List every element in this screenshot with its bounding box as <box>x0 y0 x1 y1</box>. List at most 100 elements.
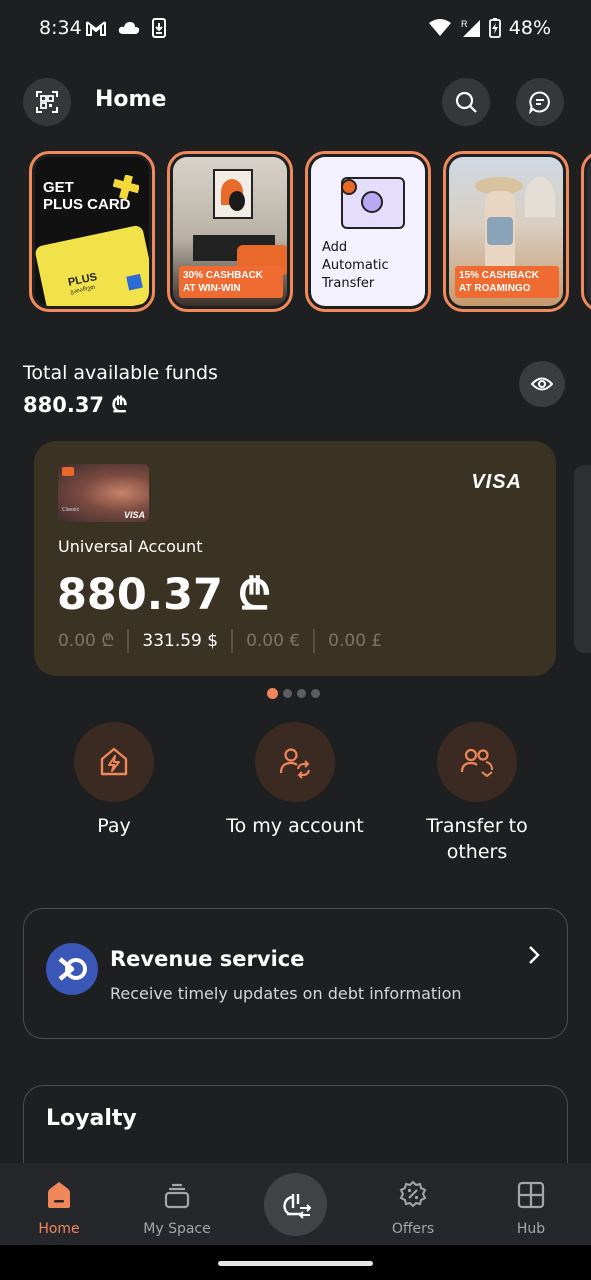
story-plus-card-image: GET PLUS CARD PLUS გაიარეთ <box>35 157 149 306</box>
story-win-win-tag: 30% CASHBACK AT WIN-WIN <box>179 266 283 298</box>
traveler-graphic <box>485 191 515 271</box>
battery-percent: 48% <box>508 17 551 39</box>
toggle-visibility-button[interactable] <box>519 361 565 407</box>
funds-amount: 880.37 ₾ <box>23 393 128 417</box>
qr-scan-icon <box>36 91 58 113</box>
gesture-handle[interactable] <box>218 1261 373 1266</box>
story-automatic-transfer-line2: Automatic <box>322 258 389 273</box>
story-automatic-transfer[interactable]: Add Automatic Transfer <box>305 151 431 312</box>
transfer-to-others-circle[interactable] <box>437 722 517 802</box>
nav-offers-label: Offers <box>391 1221 435 1237</box>
story-automatic-transfer-image: Add Automatic Transfer <box>311 157 425 306</box>
wall-art-graphic <box>213 169 253 219</box>
stories-carousel[interactable]: GET PLUS CARD PLUS გაიარეთ 30% CASHBACK … <box>29 151 591 313</box>
house-lightning-icon <box>100 747 128 776</box>
nav-offers[interactable]: Offers <box>354 1177 472 1237</box>
stack-icon <box>164 1183 190 1209</box>
story-win-win-line2: AT WIN-WIN <box>183 283 241 294</box>
transfer-to-others-line2: others <box>446 841 508 863</box>
nav-transfer-button[interactable] <box>264 1173 327 1236</box>
offers-badge-icon <box>399 1180 427 1208</box>
pager-dot-4[interactable] <box>311 689 320 698</box>
status-bar: 8:34 R 48% <box>0 0 591 58</box>
story-win-win-image: 30% CASHBACK AT WIN-WIN <box>173 157 287 306</box>
nav-hub-label: Hub <box>516 1221 546 1237</box>
gmail-icon <box>86 21 106 36</box>
story-roamingo-image: 15% CASHBACK AT ROAMINGO <box>449 157 563 306</box>
story-next-partial[interactable] <box>581 151 591 312</box>
transfer-to-others-line1: Transfer to <box>426 815 528 837</box>
currency-gbp: 0.00 £ <box>313 629 395 653</box>
gesture-area <box>0 1245 591 1280</box>
transfer-to-others-action[interactable]: Transfer to others <box>382 722 572 865</box>
story-roamingo[interactable]: 15% CASHBACK AT ROAMINGO <box>443 151 569 312</box>
nav-home-label: Home <box>38 1221 80 1237</box>
story-win-win-line1: 30% CASHBACK <box>183 270 264 281</box>
cloud-icon <box>118 22 140 34</box>
chat-button[interactable] <box>516 78 564 126</box>
user-transfer-icon <box>279 748 310 779</box>
home-icon <box>48 1182 70 1208</box>
next-card-peek[interactable] <box>574 465 591 653</box>
story-automatic-transfer-line1: Add <box>322 240 348 255</box>
loyalty-title: Loyalty <box>46 1106 137 1131</box>
pager-dot-1[interactable] <box>267 688 278 699</box>
chat-icon <box>528 91 550 114</box>
pay-action-circle[interactable] <box>74 722 154 802</box>
status-time: 8:34 <box>39 17 82 39</box>
wifi-icon <box>428 19 451 36</box>
app-header: Home <box>0 76 591 128</box>
grid-icon <box>517 1181 545 1209</box>
story-roamingo-line2: AT ROAMINGO <box>459 283 531 294</box>
currency-eur: 0.00 € <box>231 629 313 653</box>
battery-charging-icon <box>488 18 501 38</box>
currency-balances: 0.00 ₾ 331.59 $ 0.00 € 0.00 £ <box>58 629 395 653</box>
revenue-service-title: Revenue service <box>110 947 305 971</box>
revenue-service-card[interactable]: Revenue service Receive timely updates o… <box>23 908 568 1039</box>
search-button[interactable] <box>442 78 490 126</box>
card-thumb-visa: VISA <box>123 510 145 520</box>
status-notification-icons <box>86 18 166 38</box>
nav-my-space-label: My Space <box>143 1221 211 1237</box>
users-transfer-icon <box>460 748 493 778</box>
signal-roaming-icon: R <box>461 19 480 37</box>
nav-hub[interactable]: Hub <box>472 1177 590 1237</box>
lari-transfer-icon <box>282 1193 311 1219</box>
currency-gel: 0.00 ₾ <box>58 631 115 651</box>
transfer-to-others-label: Transfer to others <box>382 813 572 865</box>
eye-icon <box>531 377 553 391</box>
chevron-right-icon <box>529 946 540 964</box>
page-title: Home <box>95 87 167 112</box>
story-roamingo-line1: 15% CASHBACK <box>459 270 540 281</box>
account-card[interactable]: Classic VISA VISA Universal Account 880.… <box>34 441 556 676</box>
gear-sticker-icon <box>341 179 357 195</box>
nav-home[interactable]: Home <box>0 1177 118 1237</box>
plus-card-graphic: PLUS გაიარეთ <box>35 224 149 306</box>
pager-dot-3[interactable] <box>297 689 306 698</box>
account-balance: 880.37 ₾ <box>57 570 272 620</box>
funds-label: Total available funds <box>23 362 218 384</box>
pager-dot-2[interactable] <box>283 689 292 698</box>
story-roamingo-tag: 15% CASHBACK AT ROAMINGO <box>455 266 559 298</box>
story-win-win[interactable]: 30% CASHBACK AT WIN-WIN <box>167 151 293 312</box>
visa-logo: VISA <box>471 471 522 493</box>
dome-graphic <box>525 177 555 217</box>
status-system-icons: R 48% <box>428 17 551 39</box>
to-my-account-action[interactable]: To my account <box>200 722 390 839</box>
card-thumb-label: Classic <box>62 507 80 513</box>
star-sticker-icon <box>113 175 139 199</box>
revenue-service-logo-icon <box>46 943 98 995</box>
svg-text:R: R <box>461 19 468 29</box>
story-plus-card[interactable]: GET PLUS CARD PLUS გაიარეთ <box>29 151 155 312</box>
nav-my-space[interactable]: My Space <box>118 1177 236 1237</box>
pay-action[interactable]: Pay <box>19 722 209 839</box>
currency-usd: 331.59 $ <box>127 629 231 653</box>
qr-scan-button[interactable] <box>23 78 71 126</box>
to-my-account-label: To my account <box>226 815 364 837</box>
revenue-service-subtitle: Receive timely updates on debt informati… <box>110 984 462 1003</box>
story-next-partial-image <box>587 157 591 306</box>
account-name: Universal Account <box>58 537 203 556</box>
to-my-account-circle[interactable] <box>255 722 335 802</box>
card-thumbnail: Classic VISA <box>58 464 149 522</box>
pay-label: Pay <box>97 815 131 837</box>
